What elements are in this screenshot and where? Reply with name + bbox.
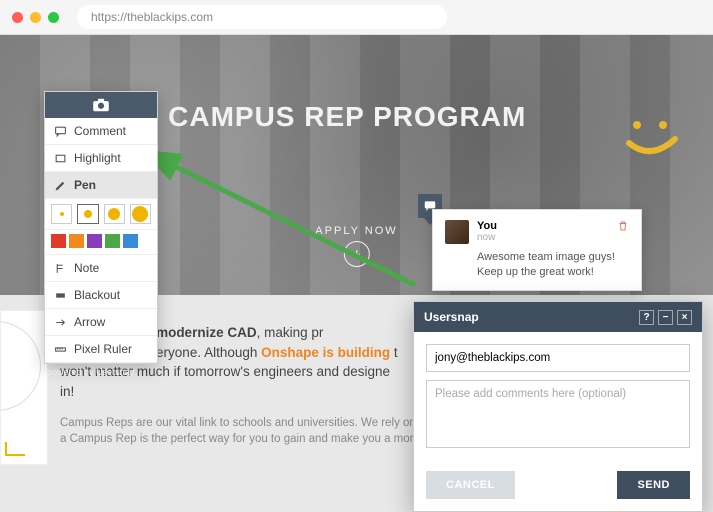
content-text: , making pr <box>257 325 324 340</box>
content-text: t <box>390 345 398 360</box>
tool-highlight[interactable]: Highlight <box>45 145 157 172</box>
close-window-button[interactable] <box>12 12 23 23</box>
color-blue[interactable] <box>123 234 138 248</box>
tool-note[interactable]: Note <box>45 255 157 282</box>
minimize-window-button[interactable] <box>30 12 41 23</box>
avatar <box>445 220 469 244</box>
color-red[interactable] <box>51 234 66 248</box>
content-highlight: Onshape is building <box>261 345 390 360</box>
pen-size-md[interactable] <box>104 204 125 224</box>
tool-comment[interactable]: Comment <box>45 118 157 145</box>
highlight-icon <box>53 152 67 165</box>
comment-icon <box>53 125 67 138</box>
pen-icon <box>53 179 67 192</box>
color-green[interactable] <box>105 234 120 248</box>
usersnap-close-button[interactable]: × <box>677 310 692 325</box>
camera-icon <box>91 98 111 112</box>
pen-size-lg[interactable] <box>130 204 151 224</box>
comment-body: Awesome team image guys! Keep up the gre… <box>477 250 629 280</box>
tool-arrow[interactable]: Arrow <box>45 309 157 336</box>
down-arrow-icon <box>343 241 369 267</box>
note-icon <box>53 262 67 275</box>
tool-label: Arrow <box>74 315 105 329</box>
usersnap-help-button[interactable]: ? <box>639 310 654 325</box>
comment-popup: You now Awesome team image guys! Keep up… <box>432 209 642 291</box>
apply-now-label: APPLY NOW <box>315 225 397 237</box>
tool-label: Note <box>74 261 99 275</box>
toolbar-header <box>45 92 157 118</box>
browser-chrome: https://theblackips.com <box>0 0 713 35</box>
tool-pixel-ruler[interactable]: Pixel Ruler <box>45 336 157 363</box>
tool-pen[interactable]: Pen <box>45 172 157 199</box>
email-field[interactable] <box>426 344 690 372</box>
trash-icon <box>617 220 629 232</box>
pen-size-row <box>45 199 157 230</box>
blackout-icon <box>53 289 67 302</box>
hero-title-bold: CAMPUS REP PROGRAM <box>168 101 526 132</box>
content-bold: modernize CAD <box>156 325 257 340</box>
content-text: in! <box>60 384 74 399</box>
pen-size-xs[interactable] <box>51 204 72 224</box>
arrow-icon <box>53 316 67 329</box>
cancel-button[interactable]: CANCEL <box>426 471 515 499</box>
hero-title: PE CAMPUS REP PROGRAM <box>120 101 526 133</box>
tool-label: Highlight <box>74 151 121 165</box>
comment-author: You <box>477 220 609 232</box>
left-widget <box>0 310 48 465</box>
color-purple[interactable] <box>87 234 102 248</box>
apply-now-button[interactable]: APPLY NOW <box>315 225 397 267</box>
pen-color-row <box>45 230 157 255</box>
maximize-window-button[interactable] <box>48 12 59 23</box>
usersnap-panel: Usersnap ? − × CANCEL SEND <box>413 301 703 512</box>
color-orange[interactable] <box>69 234 84 248</box>
powered-by-label: powered by Usersnap <box>45 363 135 377</box>
delete-comment-button[interactable] <box>617 220 629 235</box>
annotation-toolbar: Comment Highlight Pen Note <box>44 91 158 364</box>
tool-label: Blackout <box>74 288 120 302</box>
usersnap-titlebar: Usersnap ? − × <box>414 302 702 332</box>
tool-label: Comment <box>74 124 126 138</box>
tool-label: Pixel Ruler <box>74 342 132 356</box>
comment-time: now <box>477 232 609 243</box>
pen-drawing-smiley <box>623 115 683 165</box>
tool-label: Pen <box>74 178 96 192</box>
pen-size-sm[interactable] <box>77 204 98 224</box>
traffic-lights <box>12 12 59 23</box>
usersnap-title-label: Usersnap <box>424 310 479 324</box>
tool-blackout[interactable]: Blackout <box>45 282 157 309</box>
comments-field[interactable] <box>426 380 690 448</box>
usersnap-minimize-button[interactable]: − <box>658 310 673 325</box>
send-button[interactable]: SEND <box>617 471 690 499</box>
ruler-icon <box>53 343 67 356</box>
url-bar[interactable]: https://theblackips.com <box>77 5 447 29</box>
